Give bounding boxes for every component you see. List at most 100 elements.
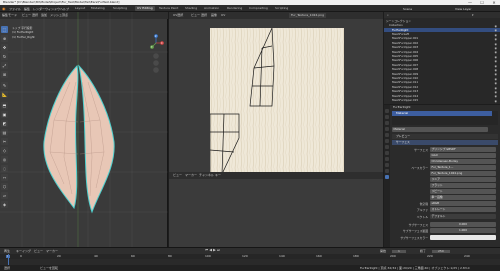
status-rotate-hint: ビューを回転 (40, 265, 59, 270)
workspace-tab-shading[interactable]: Shading (183, 6, 199, 11)
end-frame-label: 終了 (420, 248, 427, 253)
workspace-tab-animation[interactable]: Animation (202, 6, 221, 11)
uv-editor-header: UV選択 ビュー 選択 画像 UV Fur_Texture_1024.png (169, 12, 383, 19)
workspace-tab-scripting[interactable]: Scripting (273, 6, 290, 11)
particles-tab-icon[interactable] (385, 151, 389, 155)
source-field[interactable]: 単一画像 (430, 195, 496, 200)
workspace-tab-rendering[interactable]: Rendering (225, 6, 244, 11)
material-tab-icon[interactable] (385, 175, 389, 179)
render-tab-icon[interactable] (385, 115, 389, 119)
menu-file[interactable]: ファイル (9, 7, 21, 11)
vector-field[interactable]: デフォルト (430, 214, 496, 219)
viewport-3d[interactable]: 編集モード ビュー 選択 追加 メッシュ 頂点 ⬚ ⊕ ✥ ↻ ⤢ ⊞ ✎ 📐 … (0, 12, 168, 247)
properties-tab-column (384, 105, 390, 247)
timeline-view-menu[interactable]: ビュー (34, 249, 43, 253)
footer-channel[interactable]: チャンネル (199, 174, 214, 177)
outliner-row-label: MeshFurUpper.003 (392, 45, 419, 50)
interpolation-field[interactable]: リニア (430, 177, 496, 182)
outliner[interactable]: ⌕ ▾ シーンコレクション Collection ◉ FurEarRight ◉ M… (384, 12, 500, 104)
outliner-row-label: MeshFurUpper.005 (392, 53, 419, 58)
timeline[interactable]: 再生 キーイング ビュー マーカー ⏮ ◀ ▶ ⏭ 開始 1 終了 250 1 … (0, 247, 500, 266)
outliner-row-object[interactable]: MeshFurUpper.015 ◉ (384, 97, 500, 103)
outliner-row-label: MeshFurUpper.010 (392, 75, 419, 80)
distribution-field[interactable]: GGX (430, 153, 496, 158)
outliner-row-label: FurEarRight (392, 27, 409, 32)
footer-key[interactable]: キー (215, 174, 221, 177)
uv-menu-select[interactable]: 選択 (201, 14, 207, 17)
subsurface-radius-field[interactable]: 1.000 (430, 228, 496, 233)
timeline-ruler[interactable]: 1 0 20 40 60 80 100 120 140 160 180 200 … (0, 254, 500, 259)
menu-render[interactable]: レンダー (33, 7, 45, 11)
uv-menu-uv[interactable]: UV (221, 14, 225, 17)
scene-selector[interactable]: Scene (403, 7, 412, 11)
outliner-header: ⌕ ▾ (384, 12, 500, 18)
timeline-playback-menu[interactable]: 再生 (4, 249, 10, 253)
material-slot-list[interactable]: Material (392, 111, 498, 125)
workspace-tab-layout[interactable]: Layout (73, 6, 87, 11)
workspace-tab-uv-editing[interactable]: UV Editing (135, 6, 155, 11)
outliner-filter-dropdown[interactable]: ▾ (472, 13, 474, 17)
surface-shader-field[interactable]: プリンシプルBSDF (430, 147, 496, 152)
menu-window[interactable]: ウィンドウ (45, 7, 60, 11)
visibility-eye-icon[interactable]: ◉ (495, 99, 497, 103)
material-name-field[interactable]: Material (392, 127, 488, 132)
start-frame-field[interactable]: 1 (392, 249, 406, 253)
footer-view[interactable]: ビュー (173, 174, 182, 177)
workspace-tab-sculpting[interactable]: Sculpting (111, 6, 129, 11)
outliner-filter-icon[interactable]: ⌕ (387, 13, 389, 17)
outliner-row-label: Collection (389, 23, 403, 28)
view-layer-selector[interactable]: View Layer (455, 7, 471, 11)
subsurface-method-field[interactable]: Christensen-Burley (430, 159, 496, 164)
play-controls-icon[interactable]: ⏮ ◀ ▶ ⏭ (205, 248, 220, 253)
ear-mesh[interactable] (0, 12, 168, 247)
workspace-tab-modeling[interactable]: Modeling (89, 6, 107, 11)
timeline-tick: 200 (390, 254, 396, 258)
workspace-tab-texture-paint[interactable]: Texture Paint (157, 6, 180, 11)
color-space-field[interactable]: sRGB (430, 201, 496, 206)
timeline-marker-menu[interactable]: マーカー (46, 249, 58, 253)
top-menubar: ◉ ファイル 編集 レンダー ウィンドウ ヘルプ Layout Modeling… (0, 5, 500, 12)
projection-field[interactable]: フラット (430, 183, 496, 188)
outliner-row-label: MeshFurUpper.009 (392, 71, 419, 76)
base-color-field[interactable]: Fur_Texture_1... (430, 165, 496, 170)
status-select-hint: 選択 (4, 265, 11, 270)
timeline-keying-menu[interactable]: キーイング (16, 249, 31, 253)
uv-islands[interactable] (209, 27, 344, 175)
workspace-tab-compositing[interactable]: Compositing (247, 6, 270, 11)
preview-section[interactable]: プレビュー (392, 134, 498, 139)
world-tab-icon[interactable] (385, 133, 389, 137)
modifier-tab-icon[interactable] (385, 145, 389, 149)
constraints-tab-icon[interactable] (385, 163, 389, 167)
blender-logo-icon[interactable]: ◉ (2, 6, 6, 11)
scene-tab-icon[interactable] (385, 127, 389, 131)
timeline-tick: 60 (131, 254, 135, 258)
physics-tab-icon[interactable] (385, 157, 389, 161)
uv-select-mode[interactable]: UV選択 (173, 14, 183, 17)
menu-help[interactable]: ヘルプ (60, 7, 69, 11)
image-file-field[interactable]: Fur_Texture_1024.png (430, 171, 496, 176)
uv-menu-image[interactable]: 画像 (211, 14, 217, 17)
outliner-row-label: MeshFurUpper.015 (392, 97, 419, 102)
uv-editor[interactable]: UV選択 ビュー 選択 画像 UV Fur_Texture_1024.png ビ… (169, 12, 383, 247)
data-tab-icon[interactable] (385, 169, 389, 173)
subsurface-radius-label: サブサーフェス範囲 (402, 229, 428, 233)
object-tab-icon[interactable] (385, 139, 389, 143)
end-frame-field[interactable]: 250 (432, 249, 450, 253)
menu-edit[interactable]: 編集 (24, 7, 30, 11)
outliner-row-label: MeshFurUpper.001 (392, 36, 419, 41)
output-tab-icon[interactable] (385, 121, 389, 125)
properties-editor[interactable]: FurEarRight Material Material プレビュー サーフェ… (384, 105, 500, 247)
material-slot-row[interactable]: Material (392, 111, 492, 116)
alpha-field[interactable]: ストレート (430, 207, 496, 212)
image-selector[interactable]: Fur_Texture_1024.png (289, 13, 326, 18)
surface-section[interactable]: サーフェス (392, 140, 498, 145)
outliner-row-label: MeshFurUpper.007 (392, 62, 419, 67)
uv-menu-view[interactable]: ビュー (191, 14, 200, 17)
tool-tab-icon[interactable] (385, 109, 389, 113)
start-frame-label: 開始 (380, 248, 387, 253)
subsurface-color-swatch[interactable] (430, 235, 496, 240)
extension-field[interactable]: リピート (430, 189, 496, 194)
timeline-tick: 220 (427, 254, 433, 258)
footer-marker[interactable]: マーカー (185, 174, 197, 177)
subsurface-field[interactable]: 0.000 (430, 222, 496, 227)
